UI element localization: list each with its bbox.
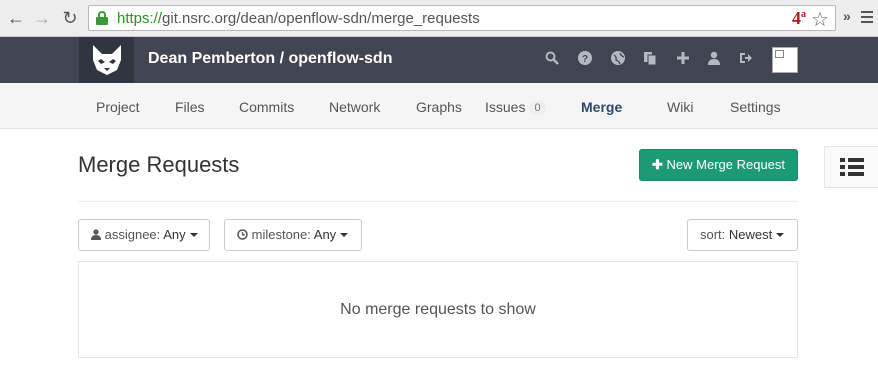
project-title[interactable]: Dean Pemberton / openflow-sdn — [148, 50, 392, 68]
overflow-chevron-icon[interactable]: » — [843, 8, 851, 24]
new-merge-request-button[interactable]: ✚ New Merge Request — [639, 149, 798, 181]
nav-item-commits[interactable]: Commits — [239, 99, 294, 115]
gitlab-logo[interactable] — [79, 37, 134, 83]
nav-item-wiki[interactable]: Wiki — [667, 99, 693, 115]
extension-badge-icon[interactable]: 4a — [792, 8, 806, 29]
browser-toolbar: ← → ↻ https://git.nsrc.org/dean/openflow… — [0, 0, 878, 37]
globe-icon[interactable] — [610, 51, 626, 67]
fox-logo-icon — [93, 45, 121, 75]
avatar[interactable] — [772, 47, 798, 73]
clock-icon — [237, 229, 248, 240]
svg-text:?: ? — [582, 54, 588, 65]
list-icon — [840, 158, 864, 179]
sidebar-toggle[interactable] — [824, 146, 878, 188]
project-nav: Project Files Commits Network Graphs Iss… — [0, 83, 878, 129]
plus-icon: ✚ — [651, 157, 663, 172]
app-header: Dean Pemberton / openflow-sdn ? — [0, 37, 878, 83]
address-bar[interactable]: https://git.nsrc.org/dean/openflow-sdn/m… — [88, 5, 836, 31]
assignee-filter-dropdown[interactable]: assignee: Any — [78, 219, 210, 251]
browser-menu-icon[interactable] — [861, 11, 873, 26]
assignee-filter-value: Any — [163, 227, 186, 242]
copy-icon[interactable] — [642, 51, 658, 67]
lock-icon — [96, 11, 108, 25]
nav-item-files[interactable]: Files — [175, 99, 205, 115]
empty-state-message: No merge requests to show — [340, 301, 536, 318]
issues-count-badge: 0 — [529, 101, 546, 115]
nav-item-network[interactable]: Network — [329, 99, 380, 115]
plus-icon[interactable] — [675, 51, 691, 67]
sort-dropdown[interactable]: sort: Newest — [687, 219, 798, 251]
nav-item-issues-label: Issues — [485, 99, 526, 115]
nav-item-project[interactable]: Project — [96, 99, 140, 115]
nav-item-issues[interactable]: Issues 0 — [485, 99, 546, 115]
user-icon — [91, 229, 101, 240]
milestone-filter-value: Any — [313, 227, 337, 242]
caret-down-icon — [776, 233, 785, 237]
divider — [78, 201, 798, 202]
broken-image-icon — [775, 50, 784, 58]
nav-item-merge[interactable]: Merge — [581, 99, 622, 115]
url-text: https://git.nsrc.org/dean/openflow-sdn/m… — [117, 10, 480, 27]
reload-icon[interactable]: ↻ — [60, 8, 80, 28]
search-icon[interactable] — [544, 51, 560, 67]
sort-label: sort: — [700, 227, 726, 242]
sign-out-icon[interactable] — [738, 51, 754, 67]
caret-down-icon — [340, 233, 349, 237]
nav-item-graphs[interactable]: Graphs — [416, 99, 462, 115]
caret-down-icon — [189, 233, 198, 237]
milestone-filter-dropdown[interactable]: milestone: Any — [224, 219, 362, 251]
merge-requests-list: No merge requests to show — [78, 261, 798, 358]
sort-value: Newest — [728, 227, 773, 242]
bookmark-star-icon[interactable]: ☆ — [811, 7, 829, 32]
page-title: Merge Requests — [78, 152, 240, 177]
back-arrow-icon[interactable]: ← — [6, 8, 26, 28]
forward-arrow-icon[interactable]: → — [32, 8, 52, 28]
milestone-filter-label: milestone: — [251, 227, 311, 242]
nav-item-settings[interactable]: Settings — [730, 99, 781, 115]
assignee-filter-label: assignee: — [104, 227, 161, 242]
new-merge-request-label: New Merge Request — [666, 157, 786, 172]
help-icon[interactable]: ? — [577, 51, 593, 67]
user-icon[interactable] — [706, 51, 722, 67]
